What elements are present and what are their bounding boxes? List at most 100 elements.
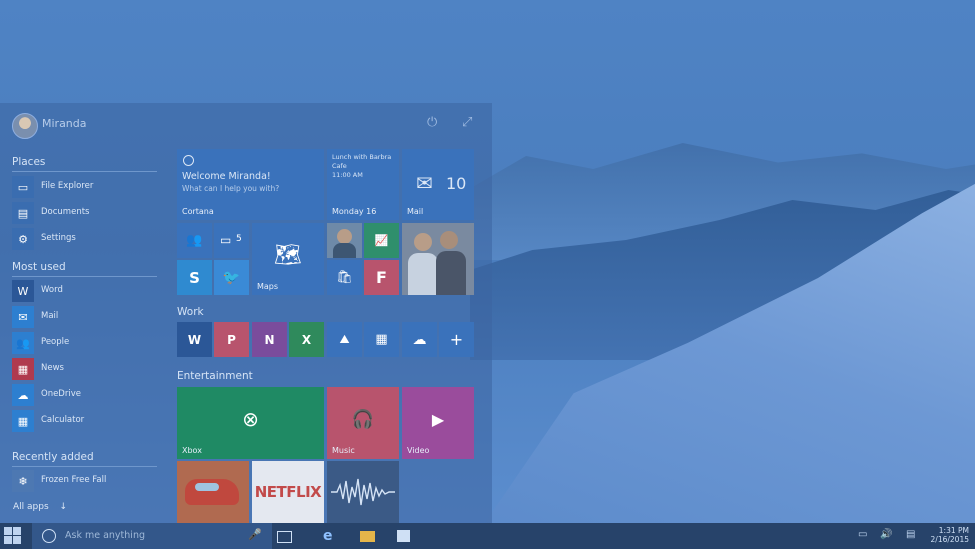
store-taskbar-button[interactable]	[396, 528, 412, 544]
microphone-icon[interactable]: 🎤	[248, 528, 262, 541]
most-used-item-people[interactable]: 👥 People	[12, 332, 162, 354]
expand-icon[interactable]: ⤢	[462, 115, 472, 130]
tile-twitter[interactable]: 🐦	[214, 260, 249, 295]
most-used-item-onedrive[interactable]: ☁ OneDrive	[12, 384, 162, 406]
calendar-event: Lunch with Barbra	[332, 153, 392, 161]
search-placeholder: Ask me anything	[65, 530, 145, 541]
user-name[interactable]: Miranda	[42, 117, 87, 130]
item-label: News	[41, 363, 64, 373]
tile-label: Mail	[407, 207, 424, 216]
most-used-item-news[interactable]: ▦ News	[12, 358, 162, 380]
calculator-icon: ▦	[12, 410, 34, 432]
store-icon: 🛍	[336, 270, 353, 285]
powerpoint-icon: P	[227, 332, 236, 347]
calendar-time: 11:00 AM	[332, 171, 363, 179]
word-icon: W	[187, 332, 202, 347]
most-used-item-mail[interactable]: ✉ Mail	[12, 306, 162, 328]
onedrive-icon: ☁	[12, 384, 34, 406]
most-used-item-calculator[interactable]: ▦ Calculator	[12, 410, 162, 432]
gear-icon: ⚙	[12, 228, 34, 250]
recently-added-item-frozen[interactable]: ❄ Frozen Free Fall	[12, 470, 162, 492]
task-view-button[interactable]	[276, 528, 292, 544]
taskbar: Ask me anything 🎤 e ▭ 🔊 ▤ 1:31 PM 2/16/2…	[0, 523, 975, 549]
tile-music[interactable]: 🎧 Music	[327, 387, 399, 459]
all-apps-button[interactable]: All apps ↓	[13, 502, 67, 512]
frozen-app-icon: ❄	[12, 470, 34, 492]
start-menu: Miranda ⏻ ⤢ Places ▭ File Explorer ▤ Doc…	[0, 103, 492, 523]
group-title-entertainment: Entertainment	[177, 370, 253, 382]
tile-skype[interactable]: S	[177, 260, 212, 295]
calendar-location: Cafe	[332, 162, 347, 170]
places-item-file-explorer[interactable]: ▭ File Explorer	[12, 176, 162, 198]
tile-powerpoint[interactable]: P	[214, 322, 249, 357]
network-icon[interactable]: ▭	[858, 529, 867, 540]
volume-icon[interactable]: 🔊	[880, 529, 892, 540]
power-icon[interactable]: ⏻	[427, 115, 437, 130]
start-header: Miranda ⏻ ⤢	[0, 103, 492, 147]
file-explorer-taskbar-button[interactable]	[360, 528, 376, 544]
clock-time: 1:31 PM	[938, 526, 969, 535]
photo-person-icon	[414, 233, 432, 251]
cortana-search-box[interactable]: Ask me anything 🎤	[32, 523, 272, 549]
edge-browser-icon[interactable]: e	[323, 528, 339, 544]
tile-maps[interactable]: 🗺 Maps	[252, 223, 324, 295]
person-photo-icon	[337, 229, 352, 244]
tile-onenote[interactable]: N	[252, 322, 287, 357]
action-center-icon[interactable]: ▤	[906, 529, 915, 540]
tile-netflix[interactable]: NETFLIX	[252, 461, 324, 523]
tile-label: Monday 16	[332, 207, 377, 216]
tile-money[interactable]: 📈	[364, 223, 399, 258]
tile-photo-person[interactable]	[327, 223, 362, 258]
news-icon: ▦	[12, 358, 34, 380]
tile-cars-game[interactable]	[177, 461, 249, 523]
arrow-down-icon: ↓	[59, 502, 68, 512]
tile-cortana[interactable]: Welcome Miranda! What can I help you wit…	[177, 149, 324, 220]
plus-icon: +	[449, 330, 464, 349]
tile-onedrive[interactable]: ☁	[402, 322, 437, 357]
cortana-icon	[183, 155, 194, 166]
task-view-icon	[277, 531, 292, 543]
tile-calendar[interactable]: Lunch with Barbra Cafe 11:00 AM Monday 1…	[327, 149, 399, 220]
most-used-item-word[interactable]: W Word	[12, 280, 162, 302]
word-icon: W	[12, 280, 34, 302]
cortana-title: Welcome Miranda!	[182, 171, 271, 182]
mail-count: 10	[446, 174, 467, 193]
tile-photos[interactable]	[402, 223, 474, 295]
excel-icon: X	[301, 332, 312, 347]
store-icon	[397, 530, 410, 542]
onedrive-icon: ☁	[412, 331, 427, 348]
windows-start-button[interactable]	[4, 527, 22, 545]
tile-word[interactable]: W	[177, 322, 212, 357]
item-label: Word	[41, 285, 63, 295]
clock-date: 2/16/2015	[930, 535, 969, 544]
item-label: Frozen Free Fall	[41, 475, 107, 485]
group-title-work: Work	[177, 306, 204, 318]
places-item-settings[interactable]: ⚙ Settings	[12, 228, 162, 250]
people-icon: 👥	[186, 233, 203, 248]
tile-video[interactable]: ▶ Video	[402, 387, 474, 459]
tile-sway[interactable]: ⛰	[327, 322, 362, 357]
tile-flipboard[interactable]: F	[364, 260, 399, 295]
tile-add[interactable]: +	[439, 322, 474, 357]
tile-messaging[interactable]: ▭ 5	[214, 223, 249, 258]
chart-icon: 📈	[374, 234, 389, 247]
user-avatar[interactable]	[12, 113, 38, 139]
item-label: Calculator	[41, 415, 85, 425]
tile-label: Maps	[257, 282, 279, 291]
tile-mail[interactable]: ✉ 10 Mail	[402, 149, 474, 220]
mail-icon: ✉	[12, 306, 34, 328]
item-label: OneDrive	[41, 389, 81, 399]
tile-excel[interactable]: X	[289, 322, 324, 357]
tile-xbox[interactable]: ⊗ Xbox	[177, 387, 324, 459]
tile-store[interactable]: 🛍	[327, 260, 362, 295]
folder-icon	[360, 531, 375, 542]
tile-calculator[interactable]: ▦	[364, 322, 399, 357]
tile-label: Xbox	[182, 446, 202, 455]
documents-icon: ▤	[12, 202, 34, 224]
tile-people[interactable]: 👥	[177, 223, 212, 258]
places-item-documents[interactable]: ▤ Documents	[12, 202, 162, 224]
taskbar-clock[interactable]: 1:31 PM 2/16/2015	[931, 526, 969, 544]
most-used-title: Most used	[12, 261, 66, 273]
tile-audio[interactable]	[327, 461, 399, 523]
messaging-count: 5	[236, 234, 242, 244]
